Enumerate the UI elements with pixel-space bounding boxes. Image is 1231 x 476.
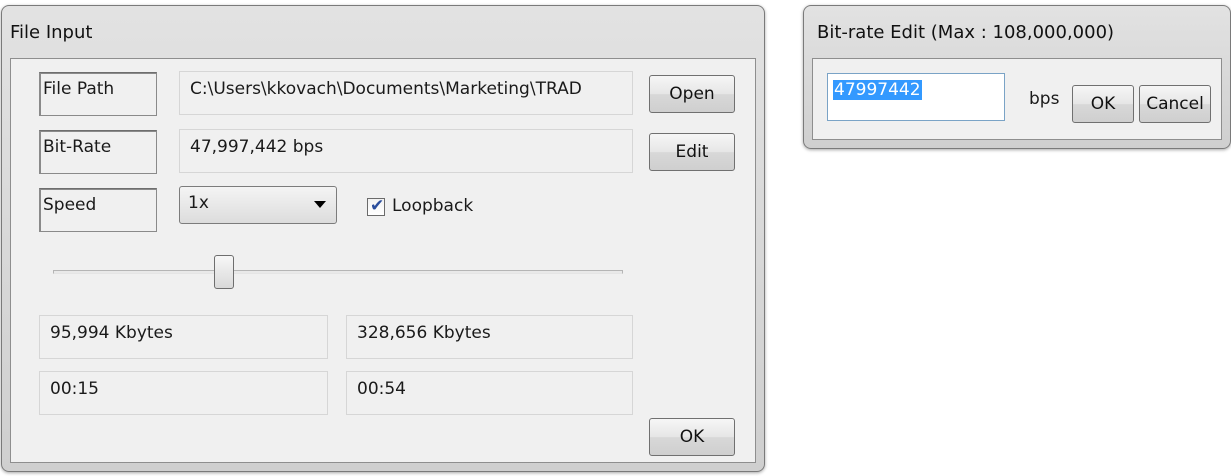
position-slider-track[interactable] [53, 270, 623, 274]
start-time-field: 00:15 [39, 371, 328, 415]
checkmark-icon: ✔ [370, 196, 385, 216]
bitrate-edit-title: Bit-rate Edit (Max : 108,000,000) [817, 22, 1115, 43]
total-time-field: 00:54 [346, 371, 633, 415]
chevron-down-icon[interactable] [314, 201, 326, 208]
ok-button[interactable]: OK [649, 418, 735, 456]
bitrate-field: 47,997,442 bps [179, 129, 633, 173]
file-path-label: File Path [39, 72, 157, 116]
speed-label: Speed [39, 188, 157, 232]
dialog-title: File Input [10, 22, 93, 43]
edit-button[interactable]: Edit [649, 133, 735, 171]
bitrate-cancel-button[interactable]: Cancel [1139, 85, 1211, 123]
speed-selected-value: 1x [188, 193, 209, 213]
bitrate-input-value: 47997442 [833, 80, 922, 100]
bitrate-edit-dialog: Bit-rate Edit (Max : 108,000,000) 479974… [803, 5, 1231, 149]
position-slider-thumb[interactable] [214, 255, 234, 289]
bitrate-unit-label: bps [1029, 89, 1060, 109]
bitrate-input[interactable]: 47997442 [827, 73, 1005, 121]
bitrate-edit-client: 47997442 bps OK Cancel [812, 58, 1222, 140]
bitrate-ok-button[interactable]: OK [1072, 85, 1134, 123]
total-size-field: 328,656 Kbytes [346, 315, 633, 359]
file-path-field: C:\Users\kkovach\Documents\Marketing\TRA… [179, 71, 633, 115]
loopback-checkbox[interactable]: ✔ [367, 196, 385, 216]
file-input-dialog: File Input File Path C:\Users\kkovach\Do… [1, 5, 765, 472]
loopback-label[interactable]: Loopback [392, 196, 473, 216]
bitrate-label: Bit-Rate [39, 130, 157, 174]
start-size-field: 95,994 Kbytes [39, 315, 328, 359]
speed-dropdown[interactable]: 1x [179, 186, 337, 224]
dialog-client-area: File Path C:\Users\kkovach\Documents\Mar… [10, 58, 756, 463]
open-button[interactable]: Open [649, 75, 735, 113]
